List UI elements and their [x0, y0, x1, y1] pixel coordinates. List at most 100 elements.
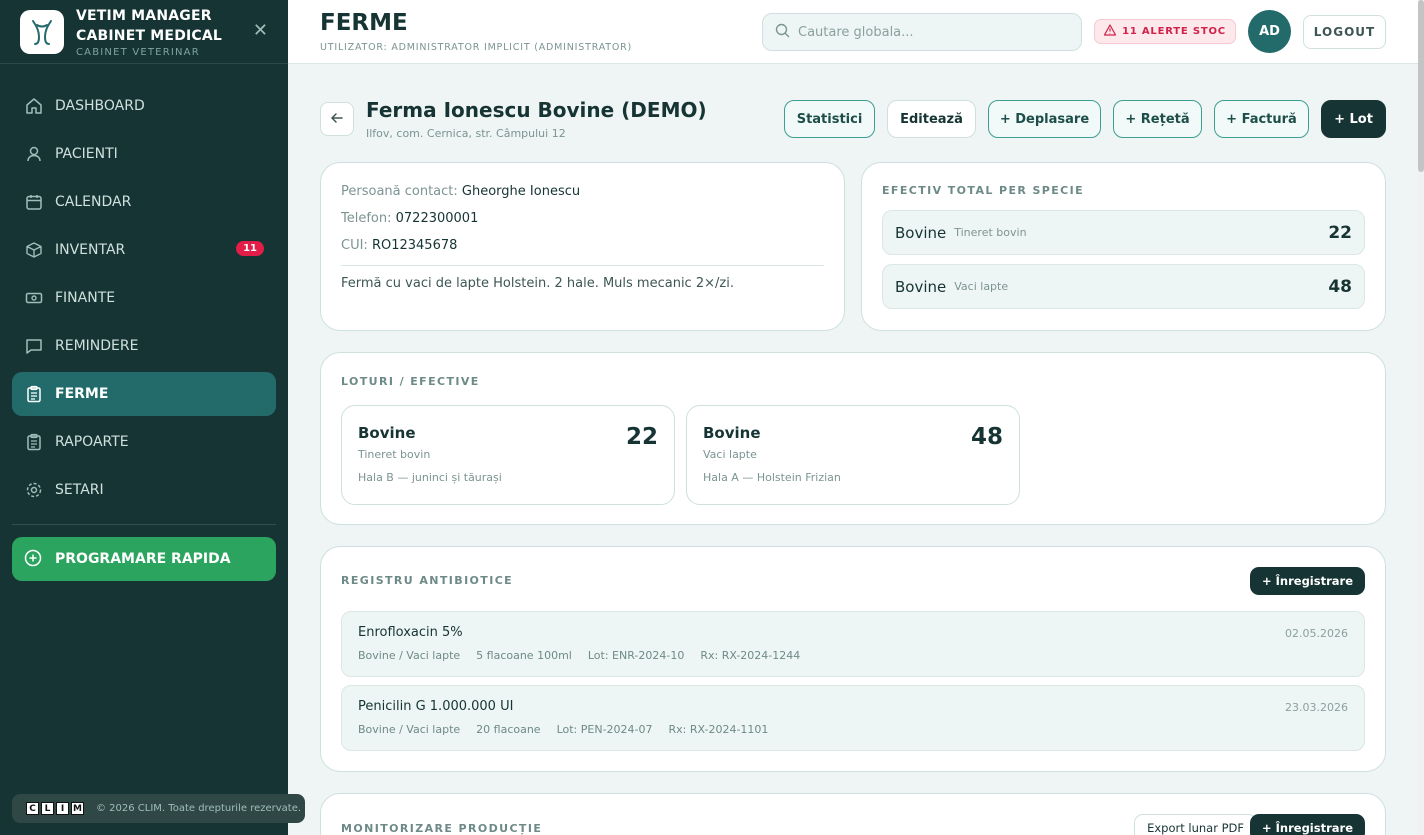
logout-button[interactable]: LOGOUT — [1303, 15, 1386, 49]
sidebar-item-rapoarte[interactable]: RAPOARTE — [12, 420, 276, 464]
inventory-badge: 11 — [236, 241, 264, 256]
clipboard-icon — [24, 384, 44, 404]
species-name: Bovine — [895, 223, 947, 242]
footer-copyright: © 2026 CLIM. Toate drepturile rezervate. — [96, 803, 302, 814]
farm-info-card: Persoană contact: Gheorghe Ionescu Telef… — [320, 162, 845, 331]
species-row: Bovine Tineret bovin 22 — [882, 210, 1365, 255]
search-input[interactable] — [798, 24, 1058, 40]
lot-description: Hala A — Holstein Frizian — [703, 471, 841, 484]
antibiotic-rx: Rx: RX-2024-1101 — [668, 723, 769, 736]
sidebar-item-setari[interactable]: SETARI — [12, 468, 276, 512]
stock-alert-badge[interactable]: 11 ALERTE STOC — [1094, 19, 1236, 44]
back-button[interactable] — [320, 102, 354, 136]
clim-letter: L — [41, 802, 54, 815]
sidebar-item-calendar[interactable]: CALENDAR — [12, 180, 276, 224]
top-header: FERME UTILIZATOR: ADMINISTRATOR IMPLICIT… — [288, 0, 1418, 64]
sidebar-item-label: SETARI — [55, 482, 104, 498]
quick-appointment-button[interactable]: PROGRAMARE RAPIDA — [12, 537, 276, 581]
sidebar-item-label: FINANTE — [55, 290, 116, 306]
brand-name-line1: VETIM MANAGER — [76, 7, 212, 24]
sidebar-item-dashboard[interactable]: DASHBOARD — [12, 84, 276, 128]
antibiotic-rx: Rx: RX-2024-1244 — [700, 649, 801, 662]
sidebar-item-label: DASHBOARD — [55, 98, 145, 114]
sidebar-item-label: REMINDERE — [55, 338, 139, 354]
warning-icon — [1103, 24, 1117, 39]
brand-logo — [20, 9, 64, 54]
phone-label: Telefon: — [341, 211, 392, 226]
edit-button[interactable]: Editează — [887, 100, 976, 138]
search-icon — [775, 23, 790, 42]
sidebar-footer: C L I M © 2026 CLIM. Toate drepturile re… — [12, 794, 305, 823]
sidebar-item-label: FERME — [55, 386, 109, 402]
gear-icon — [24, 480, 44, 500]
sidebar-item-label: RAPOARTE — [55, 434, 129, 450]
sidebar-item-label: PACIENTI — [55, 146, 118, 162]
contact-value: Gheorghe Ionescu — [461, 184, 581, 199]
sidebar-nav: DASHBOARD PACIENTI CALENDAR INVENTAR 11 … — [0, 64, 288, 512]
brand-subtitle: CABINET VETERINAR — [76, 46, 200, 58]
sidebar-item-finante[interactable]: FINANTE — [12, 276, 276, 320]
sidebar-item-remindere[interactable]: REMINDERE — [12, 324, 276, 368]
sidebar-item-ferme[interactable]: FERME — [12, 372, 276, 416]
species-category: Tineret bovin — [954, 226, 1027, 239]
species-row: Bovine Vaci lapte 48 — [882, 264, 1365, 309]
lot-count: 22 — [625, 424, 658, 450]
add-lot-button[interactable]: + Lot — [1321, 100, 1386, 138]
clim-letter: C — [26, 802, 39, 815]
lot-item[interactable]: Bovine Vaci lapte Hala A — Holstein Friz… — [686, 405, 1020, 505]
lots-title: LOTURI / EFECTIVE — [341, 375, 480, 388]
antibiotic-lot: Lot: ENR-2024-10 — [587, 649, 685, 662]
farm-name: Ferma Ionescu Bovine (DEMO) — [366, 98, 707, 122]
contact-label: Persoană contact: — [341, 184, 458, 199]
cui-row: CUI: RO12345678 — [341, 238, 824, 253]
add-prescription-button[interactable]: + Rețetă — [1113, 100, 1202, 138]
antibiotic-row[interactable]: Enrofloxacin 5% Bovine / Vaci lapte 5 fl… — [341, 611, 1365, 677]
species-name: Bovine — [895, 277, 947, 296]
lot-category: Tineret bovin — [358, 448, 431, 461]
page-title: FERME — [320, 10, 408, 36]
sidebar-item-pacienti[interactable]: PACIENTI — [12, 132, 276, 176]
info-divider — [341, 265, 824, 266]
calendar-icon — [24, 192, 44, 212]
clim-logo: C L I M — [26, 802, 86, 815]
production-title: MONITORIZARE PRODUCȚIE — [341, 822, 543, 835]
add-trip-button[interactable]: + Deplasare — [988, 100, 1101, 138]
antibiotic-quantity: 5 flacoane 100ml — [476, 649, 572, 662]
export-pdf-button[interactable]: Export lunar PDF — [1134, 814, 1257, 835]
arrow-left-icon — [330, 110, 344, 129]
lot-description: Hala B — juninci și tăurași — [358, 471, 502, 484]
species-count: 48 — [1328, 276, 1352, 297]
antibiotic-quantity: 20 flacoane — [476, 723, 541, 736]
phone-value: 0722300001 — [395, 211, 479, 226]
antibiotic-meta: Bovine / Vaci lapte 20 flacoane Lot: PEN… — [358, 723, 1348, 736]
scrollbar-thumb[interactable] — [1418, 0, 1424, 172]
avatar[interactable]: AD — [1248, 10, 1291, 53]
farm-note: Fermă cu vaci de lapte Holstein. 2 hale.… — [341, 276, 734, 291]
antibiotic-meta: Bovine / Vaci lapte 5 flacoane 100ml Lot… — [358, 649, 1348, 662]
money-icon — [24, 288, 44, 308]
close-icon[interactable]: ✕ — [253, 22, 268, 40]
home-icon — [24, 96, 44, 116]
species-count: 22 — [1328, 222, 1352, 243]
global-search[interactable] — [762, 13, 1082, 51]
production-card: MONITORIZARE PRODUCȚIE Export lunar PDF … — [320, 793, 1386, 835]
quick-appointment-label: PROGRAMARE RAPIDA — [55, 551, 231, 567]
sidebar-divider — [12, 524, 276, 525]
lot-item[interactable]: Bovine Tineret bovin Hala B — juninci și… — [341, 405, 675, 505]
antibiotic-date: 23.03.2026 — [1285, 701, 1348, 714]
add-production-record-button[interactable]: + Înregistrare — [1250, 814, 1365, 835]
phone-row: Telefon: 0722300001 — [341, 211, 824, 226]
add-invoice-button[interactable]: + Factură — [1214, 100, 1309, 138]
antibiotic-group: Bovine / Vaci lapte — [358, 649, 461, 662]
antibiotic-date: 02.05.2026 — [1285, 627, 1348, 640]
lot-name: Bovine — [703, 424, 761, 442]
brand: VETIM MANAGER CABINET MEDICAL CABINET VE… — [0, 0, 288, 64]
message-icon — [24, 336, 44, 356]
sidebar-item-inventar[interactable]: INVENTAR 11 — [12, 228, 276, 272]
clim-letter: M — [71, 802, 84, 815]
current-user: UTILIZATOR: ADMINISTRATOR IMPLICIT (ADMI… — [320, 42, 633, 53]
add-antibiotic-record-button[interactable]: + Înregistrare — [1250, 567, 1365, 595]
antibiotic-row[interactable]: Penicilin G 1.000.000 UI Bovine / Vaci l… — [341, 685, 1365, 751]
statistics-button[interactable]: Statistici — [784, 100, 875, 138]
lot-count: 48 — [970, 424, 1003, 450]
